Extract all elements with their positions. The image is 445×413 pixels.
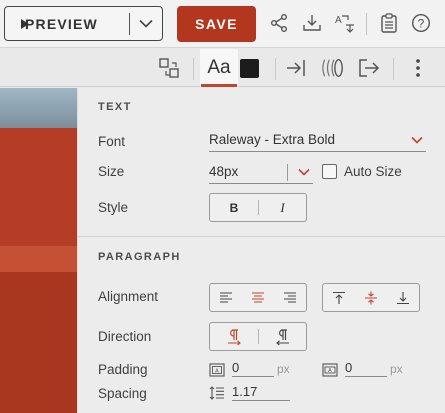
chevron-down-icon (298, 168, 310, 176)
spacing-input[interactable]: 1.17 (232, 384, 290, 401)
slide-in-icon[interactable] (285, 56, 309, 80)
toolbar-divider (193, 58, 194, 80)
rtl-paragraph-icon (275, 328, 289, 345)
ltr-paragraph-icon (228, 328, 241, 345)
direction-ltr-button[interactable] (210, 323, 258, 350)
font-value: Raleway - Extra Bold (209, 132, 336, 147)
padding-vertical-input[interactable]: 0 (345, 360, 387, 377)
top-toolbar: PREVIEW SAVE A ? (0, 0, 445, 48)
align-right-button[interactable] (274, 284, 306, 311)
line-spacing-icon (209, 386, 224, 400)
ripple-icon[interactable] (321, 56, 345, 80)
spacing-label: Spacing (98, 386, 147, 401)
font-label: Font (98, 134, 126, 149)
design-canvas[interactable] (0, 88, 80, 413)
align-left-icon (220, 292, 232, 303)
exit-icon[interactable] (357, 56, 381, 80)
text-color-swatch[interactable] (240, 59, 259, 78)
translate-icon[interactable]: A (333, 11, 357, 35)
checkbox-box[interactable] (322, 164, 337, 179)
style-button-group: B I (209, 193, 307, 222)
size-label: Size (98, 164, 125, 179)
size-divider (287, 164, 288, 181)
canvas-shape-band (0, 246, 80, 272)
toolbar-divider (393, 58, 394, 80)
align-left-button[interactable] (210, 284, 242, 311)
help-icon[interactable]: ? (409, 11, 433, 35)
svg-text:?: ? (418, 16, 425, 30)
text-section-title: TEXT (98, 101, 132, 113)
size-select[interactable]: 48px (209, 162, 313, 184)
paragraph-section-title: PARAGRAPH (98, 251, 181, 263)
vertical-align-group (322, 283, 420, 312)
auto-size-label: Auto Size (344, 164, 402, 179)
horizontal-align-group (209, 283, 307, 312)
auto-size-checkbox[interactable]: Auto Size (322, 164, 402, 179)
align-bottom-button[interactable] (387, 284, 419, 311)
bold-button[interactable]: B (210, 194, 258, 221)
chevron-down-icon (411, 136, 423, 144)
align-to-object-icon[interactable] (157, 56, 181, 80)
toolbar-divider (275, 58, 276, 80)
save-button[interactable]: SAVE (177, 6, 256, 42)
padding-horizontal-field: A 0 px (209, 360, 290, 377)
chevron-down-icon (139, 19, 153, 28)
padding-vertical-icon: A (322, 363, 338, 377)
svg-text:A: A (215, 369, 219, 375)
svg-text:A: A (328, 368, 332, 374)
toolbar-divider (366, 13, 367, 35)
direction-label: Direction (98, 329, 152, 344)
section-divider (78, 236, 445, 237)
share-icon[interactable] (267, 11, 291, 35)
padding-vertical-unit: px (390, 362, 403, 376)
element-toolbar: Aa (0, 49, 445, 87)
clipboard-icon[interactable] (377, 11, 401, 35)
align-top-button[interactable] (323, 284, 355, 311)
align-bottom-icon (397, 291, 409, 304)
padding-horizontal-input[interactable]: 0 (232, 360, 274, 377)
preview-button[interactable]: PREVIEW (5, 7, 129, 40)
style-label: Style (98, 200, 129, 215)
canvas-background (0, 272, 80, 413)
direction-group (209, 322, 307, 351)
align-middle-button[interactable] (355, 284, 387, 311)
size-value: 48px (209, 164, 239, 179)
preview-split-button: PREVIEW (4, 6, 163, 41)
direction-rtl-button[interactable] (259, 323, 306, 350)
align-middle-icon (365, 291, 377, 304)
font-select[interactable]: Raleway - Extra Bold (209, 130, 426, 152)
download-icon[interactable] (300, 11, 324, 35)
more-vertical-icon[interactable] (406, 56, 430, 80)
padding-vertical-field: A 0 px (322, 360, 403, 377)
canvas-image-strip (0, 88, 80, 128)
padding-horizontal-unit: px (277, 362, 290, 376)
alignment-label: Alignment (98, 289, 159, 304)
text-properties-panel: TEXT Font Raleway - Extra Bold Size 48px… (77, 88, 445, 413)
padding-horizontal-icon: A (209, 363, 225, 377)
preview-label: PREVIEW (25, 15, 98, 32)
svg-text:A: A (335, 15, 342, 26)
padding-label: Padding (98, 362, 148, 377)
italic-button[interactable]: I (259, 194, 306, 221)
align-top-icon (333, 291, 345, 304)
preview-options-button[interactable] (130, 7, 162, 40)
spacing-field: 1.17 (209, 384, 290, 401)
align-right-icon (284, 292, 296, 303)
align-center-icon (252, 292, 264, 303)
text-style-tab[interactable]: Aa (200, 49, 238, 87)
align-center-button[interactable] (242, 284, 274, 311)
